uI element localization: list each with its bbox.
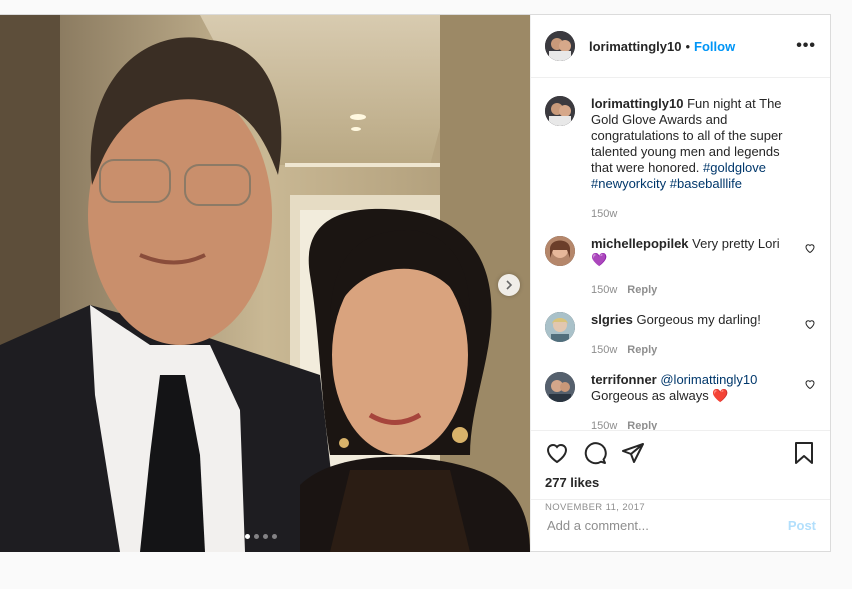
carousel-dot xyxy=(263,534,268,539)
comment-body: terrifonner @lorimattingly10 Gorgeous as… xyxy=(591,372,816,430)
carousel-dots xyxy=(245,534,277,539)
comment-username[interactable]: michellepopilek xyxy=(591,236,689,251)
header-username[interactable]: lorimattingly10 xyxy=(589,39,681,54)
post-photo[interactable] xyxy=(0,15,530,552)
post-comment-button[interactable]: Post xyxy=(788,518,816,533)
list-item: terrifonner @lorimattingly10 Gorgeous as… xyxy=(545,372,816,430)
reply-button[interactable]: Reply xyxy=(627,344,657,356)
carousel-dot xyxy=(254,534,259,539)
comment-username[interactable]: slgries xyxy=(591,312,633,327)
action-icons xyxy=(545,441,816,465)
comment-age[interactable]: 150w xyxy=(591,420,617,430)
bookmark-icon[interactable] xyxy=(792,441,816,465)
post-header: lorimattingly10 • Follow ••• xyxy=(531,15,830,78)
comment-icon[interactable] xyxy=(583,441,607,465)
share-icon[interactable] xyxy=(621,441,645,465)
list-item: slgries Gorgeous my darling! 150w Reply xyxy=(545,312,816,358)
comment-text: Gorgeous as always xyxy=(591,388,709,403)
avatar[interactable] xyxy=(545,96,575,126)
heart-icon[interactable] xyxy=(804,242,816,254)
caption: lorimattingly10 Fun night at The Gold Gl… xyxy=(545,96,816,222)
carousel-dot xyxy=(245,534,250,539)
avatar[interactable] xyxy=(545,312,575,342)
comment-age[interactable]: 150w xyxy=(591,344,617,356)
header-separator: • xyxy=(685,38,691,54)
comment-meta: 150w Reply xyxy=(591,342,798,358)
add-comment-bar: Post xyxy=(531,499,830,551)
comment-age[interactable]: 150w xyxy=(591,284,617,296)
follow-button[interactable]: Follow xyxy=(694,39,735,54)
caption-body: lorimattingly10 Fun night at The Gold Gl… xyxy=(591,96,816,222)
comment-body: michellepopilek Very pretty Lori 💜 150w R… xyxy=(591,236,816,298)
likes-count[interactable]: 277 likes xyxy=(545,475,816,490)
post-sidebar: lorimattingly10 • Follow ••• lorimatting… xyxy=(530,15,830,551)
caption-age[interactable]: 150w xyxy=(591,208,617,220)
caption-meta: 150w xyxy=(591,206,798,222)
post-card: lorimattingly10 • Follow ••• lorimatting… xyxy=(0,14,831,552)
comment-text: Very pretty Lori xyxy=(692,236,780,251)
comment-meta: 150w Reply xyxy=(591,282,798,298)
comment-meta: 150w Reply xyxy=(591,418,798,430)
comment-text: Gorgeous my darling! xyxy=(636,312,761,327)
chevron-right-icon xyxy=(506,280,513,290)
comment-body: slgries Gorgeous my darling! 150w Reply xyxy=(591,312,816,358)
heart-icon[interactable] xyxy=(804,318,816,330)
carousel-next-button[interactable] xyxy=(498,274,520,296)
comments-list[interactable]: lorimattingly10 Fun night at The Gold Gl… xyxy=(531,78,830,430)
red-heart-emoji: ❤️ xyxy=(712,388,729,403)
avatar[interactable] xyxy=(545,236,575,266)
reply-button[interactable]: Reply xyxy=(627,284,657,296)
carousel-dot xyxy=(272,534,277,539)
heart-icon[interactable] xyxy=(545,441,569,465)
more-options-button[interactable]: ••• xyxy=(796,37,816,55)
post-actions: 277 likes NOVEMBER 11, 2017 Post xyxy=(531,430,830,551)
comment-username[interactable]: terrifonner xyxy=(591,372,657,387)
heart-icon[interactable] xyxy=(804,378,816,390)
list-item: michellepopilek Very pretty Lori 💜 150w R… xyxy=(545,236,816,298)
avatar[interactable] xyxy=(545,372,575,402)
caption-username[interactable]: lorimattingly10 xyxy=(591,96,683,111)
photo-illustration xyxy=(0,15,530,552)
comment-input[interactable] xyxy=(545,517,788,534)
avatar[interactable] xyxy=(545,31,575,61)
purple-heart-emoji: 💜 xyxy=(591,252,608,267)
reply-button[interactable]: Reply xyxy=(627,420,657,430)
comment-mention[interactable]: @lorimattingly10 xyxy=(660,372,757,387)
